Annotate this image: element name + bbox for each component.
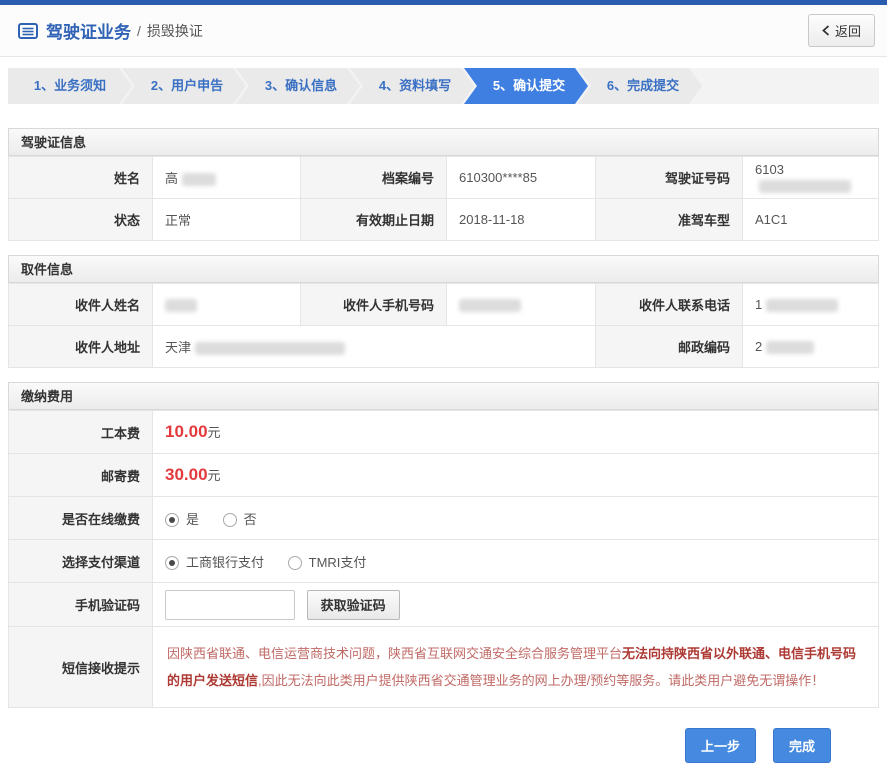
pickup-info-table: 收件人姓名 收件人手机号码 收件人联系电话 1 收件人地址 天津 邮政编码 2 [8, 283, 879, 368]
file-no-value: 610300****85 [446, 156, 596, 199]
redacted-value [165, 299, 197, 313]
online-payment-options: 是 否 [152, 496, 879, 540]
step-wizard: 1、业务须知 2、用户申告 3、确认信息 4、资料填写 5、确认提交 6、完成提… [8, 68, 879, 104]
previous-step-button[interactable]: 上一步 [684, 728, 756, 763]
redacted-value [195, 342, 346, 356]
table-row: 状态 正常 有效期止日期 2018-11-18 准驾车型 A1C1 [8, 198, 879, 241]
online-payment-yes-radio[interactable] [165, 512, 179, 527]
recipient-name-label: 收件人姓名 [8, 283, 153, 326]
online-payment-yes-label[interactable]: 是 [186, 512, 199, 527]
production-fee-value: 10.00元 [152, 410, 879, 454]
status-label: 状态 [8, 198, 153, 241]
table-row: 手机验证码 获取验证码 [8, 582, 879, 627]
postal-code-value: 2 [742, 325, 879, 368]
list-icon [18, 22, 38, 39]
online-payment-label: 是否在线缴费 [8, 496, 153, 540]
sms-notice-label: 短信接收提示 [8, 626, 153, 708]
table-row: 工本费 10.00元 [8, 410, 879, 454]
name-value: 高 [152, 156, 301, 199]
postage-fee-unit: 元 [207, 468, 221, 483]
pickup-section-title: 取件信息 [8, 255, 879, 283]
license-info-table: 姓名 高 档案编号 610300****85 驾驶证号码 6103 状态 正常 … [8, 156, 879, 241]
vehicle-class-label: 准驾车型 [595, 198, 743, 241]
sms-code-input[interactable] [165, 589, 295, 620]
table-row: 收件人姓名 收件人手机号码 收件人联系电话 1 [8, 283, 879, 326]
table-row: 姓名 高 档案编号 610300****85 驾驶证号码 6103 [8, 156, 879, 199]
get-sms-code-button[interactable]: 获取验证码 [306, 589, 400, 620]
recipient-name-value [152, 283, 301, 326]
payment-channel-options: 工商银行支付 TMRI支付 [152, 539, 879, 583]
sms-notice-text: 因陕西省联通、电信运营商技术问题，陕西省互联网交通安全综合服务管理平台无法向持陕… [152, 626, 879, 708]
step-6: 6、完成提交 [578, 68, 702, 104]
redacted-value [766, 299, 839, 313]
page-title: 驾驶证业务 [46, 23, 131, 42]
file-no-label: 档案编号 [300, 156, 447, 199]
tmri-pay-label[interactable]: TMRI支付 [309, 555, 367, 570]
recipient-address-label: 收件人地址 [8, 325, 153, 368]
status-value: 正常 [152, 198, 301, 241]
breadcrumb-separator: / [137, 22, 141, 39]
license-info-section: 驾驶证信息 姓名 高 档案编号 610300****85 驾驶证号码 6103 … [8, 128, 879, 241]
expiry-label: 有效期止日期 [300, 198, 447, 241]
postage-fee-label: 邮寄费 [8, 453, 153, 497]
icbc-pay-label[interactable]: 工商银行支付 [186, 555, 264, 570]
vehicle-class-value: A1C1 [742, 198, 879, 241]
table-row: 选择支付渠道 工商银行支付 TMRI支付 [8, 539, 879, 583]
step-5-active: 5、确认提交 [464, 68, 588, 104]
step-4: 4、资料填写 [350, 68, 474, 104]
online-payment-no-label[interactable]: 否 [244, 512, 257, 527]
sms-code-label: 手机验证码 [8, 582, 153, 627]
recipient-phone-value: 1 [742, 283, 879, 326]
online-payment-no-radio[interactable] [222, 512, 237, 527]
step-3: 3、确认信息 [236, 68, 360, 104]
expiry-value: 2018-11-18 [446, 198, 596, 241]
recipient-mobile-label: 收件人手机号码 [300, 283, 447, 326]
production-fee-amount: 10.00 [165, 422, 208, 441]
breadcrumb-current: 损毁换证 [146, 22, 203, 39]
step-1: 1、业务须知 [8, 68, 132, 104]
table-row: 邮寄费 30.00元 [8, 453, 879, 497]
back-button-label: 返回 [834, 24, 861, 39]
license-no-value: 6103 [742, 156, 879, 199]
back-button[interactable]: 返回 [807, 14, 875, 47]
postal-code-label: 邮政编码 [595, 325, 743, 368]
pickup-info-section: 取件信息 收件人姓名 收件人手机号码 收件人联系电话 1 收件人地址 天津 邮政… [8, 255, 879, 368]
redacted-value [759, 179, 851, 193]
production-fee-unit: 元 [207, 425, 221, 440]
redacted-value [766, 341, 815, 355]
table-row: 短信接收提示 因陕西省联通、电信运营商技术问题，陕西省互联网交通安全综合服务管理… [8, 626, 879, 708]
page-header: 驾驶证业务 / 损毁换证 返回 [0, 5, 887, 57]
table-row: 是否在线缴费 是 否 [8, 496, 879, 540]
icbc-pay-radio[interactable] [165, 555, 179, 570]
license-no-label: 驾驶证号码 [595, 156, 743, 199]
sms-code-field: 获取验证码 [152, 582, 879, 627]
recipient-phone-label: 收件人联系电话 [595, 283, 743, 326]
footer-actions: 上一步 完成 [0, 708, 887, 763]
table-row: 收件人地址 天津 邮政编码 2 [8, 325, 879, 368]
production-fee-label: 工本费 [8, 410, 153, 454]
tmri-pay-radio[interactable] [287, 555, 302, 570]
name-label: 姓名 [8, 156, 153, 199]
payment-section: 缴纳费用 工本费 10.00元 邮寄费 30.00元 是否在线缴费 是 否 选择… [8, 382, 879, 708]
finish-button[interactable]: 完成 [772, 728, 831, 763]
payment-channel-label: 选择支付渠道 [8, 539, 153, 583]
redacted-value [182, 173, 217, 187]
chevron-left-icon [822, 25, 830, 36]
license-section-title: 驾驶证信息 [8, 128, 879, 156]
recipient-address-value: 天津 [152, 325, 596, 368]
redacted-value [459, 299, 521, 313]
postage-fee-value: 30.00元 [152, 453, 879, 497]
payment-section-title: 缴纳费用 [8, 382, 879, 410]
payment-table: 工本费 10.00元 邮寄费 30.00元 是否在线缴费 是 否 选择支付渠道 … [8, 410, 879, 708]
step-2: 2、用户申告 [122, 68, 246, 104]
postage-fee-amount: 30.00 [165, 465, 208, 484]
recipient-mobile-value [446, 283, 596, 326]
